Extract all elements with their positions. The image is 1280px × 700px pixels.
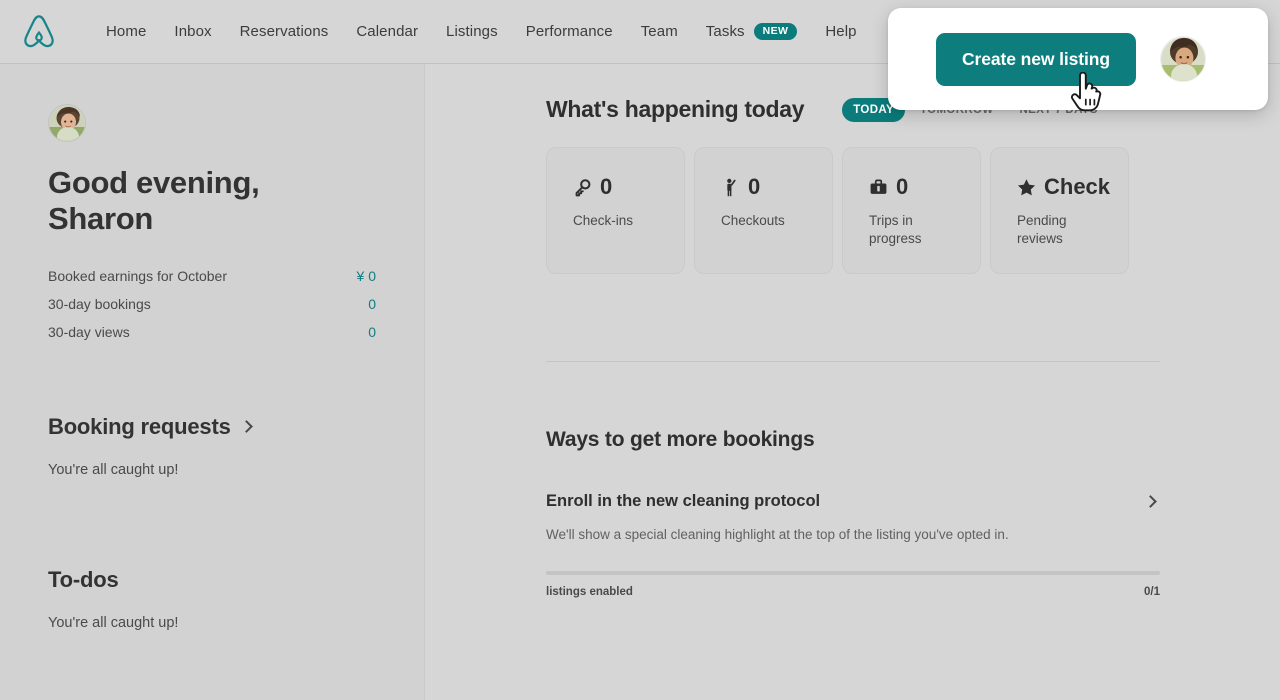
chevron-right-icon[interactable] xyxy=(1144,495,1157,508)
nav-item-tasks[interactable]: Tasks NEW xyxy=(692,17,812,46)
progress-label: listings enabled xyxy=(546,586,633,598)
progress-value: 0/1 xyxy=(1144,586,1160,598)
booking-requests-section: Booking requests You're all caught up! xyxy=(48,414,376,478)
greeting-line-1: Good evening, xyxy=(48,165,260,200)
nav-item-team[interactable]: Team xyxy=(627,17,692,46)
nav-label: Help xyxy=(825,23,857,40)
stat-label: Booked earnings for October xyxy=(48,267,227,284)
stat-row: 30-day bookings 0 xyxy=(48,290,376,318)
nav-label: Reservations xyxy=(239,23,329,40)
cleaning-protocol-promo[interactable]: Enroll in the new cleaning protocol We'l… xyxy=(546,492,1160,598)
card-value: 0 xyxy=(896,174,909,199)
ways-to-get-more-bookings-title: Ways to get more bookings xyxy=(546,428,815,451)
booking-requests-empty-text: You're all caught up! xyxy=(48,461,179,478)
page-body: Good evening, Sharon Booked earnings for… xyxy=(0,64,1280,700)
nav-label: Calendar xyxy=(356,23,419,40)
card-value: Check xyxy=(1044,174,1111,199)
host-stats-list: Booked earnings for October ¥ 0 30-day b… xyxy=(48,262,376,346)
card-header: 0 xyxy=(869,176,958,198)
dashboard-sidebar: Good evening, Sharon Booked earnings for… xyxy=(0,64,425,700)
card-value: 0 xyxy=(600,174,613,199)
progress-bar xyxy=(546,571,1160,575)
dashboard-main: What's happening today TODAY TOMORROW NE… xyxy=(425,64,1280,700)
stat-value: 0 xyxy=(368,323,376,340)
nav-label: Home xyxy=(106,23,147,40)
card-label: Pending reviews xyxy=(1017,213,1067,247)
nav-label: Team xyxy=(640,23,678,40)
card-label: Check-ins xyxy=(573,213,634,228)
nav-label: Tasks xyxy=(705,23,745,40)
todos-title: To-dos xyxy=(48,567,376,593)
nav-item-listings[interactable]: Listings xyxy=(432,17,512,46)
star-icon xyxy=(1017,178,1036,197)
airbnb-logo[interactable] xyxy=(22,14,56,50)
card-header: Check xyxy=(1017,176,1110,198)
section-divider xyxy=(546,361,1160,362)
booking-requests-title: Booking requests xyxy=(48,413,231,439)
stat-value: 0 xyxy=(368,295,376,312)
host-avatar[interactable] xyxy=(48,104,86,142)
stat-row: Booked earnings for October ¥ 0 xyxy=(48,262,376,290)
greeting-heading: Good evening, Sharon xyxy=(48,165,298,238)
airbnb-host-dashboard: Home Inbox Reservations Calendar Listing… xyxy=(0,0,1280,700)
create-listing-popup: Create new listing xyxy=(888,8,1268,110)
nav-item-help[interactable]: Help xyxy=(811,17,870,46)
key-icon xyxy=(573,178,592,197)
card-header: 0 xyxy=(573,176,662,198)
progress-meta: listings enabled 0/1 xyxy=(546,586,1160,598)
nav-links: Home Inbox Reservations Calendar Listing… xyxy=(92,17,871,46)
stat-label: 30-day views xyxy=(48,323,130,340)
chevron-right-icon xyxy=(239,419,253,433)
new-badge: NEW xyxy=(753,23,798,40)
stat-value: ¥ 0 xyxy=(356,267,376,284)
todos-title-label: To-dos xyxy=(48,566,119,592)
card-header: 0 xyxy=(721,176,810,198)
stat-label: 30-day bookings xyxy=(48,295,151,312)
card-trips-in-progress[interactable]: 0 Trips in progress xyxy=(842,147,981,274)
nav-item-reservations[interactable]: Reservations xyxy=(226,17,343,46)
nav-item-performance[interactable]: Performance xyxy=(512,17,627,46)
greeting-line-2: Sharon xyxy=(48,201,153,237)
nav-item-calendar[interactable]: Calendar xyxy=(342,17,432,46)
card-value: 0 xyxy=(748,174,761,199)
todos-section: To-dos You're all caught up! xyxy=(48,567,376,631)
card-label: Trips in progress xyxy=(869,213,922,247)
user-avatar[interactable] xyxy=(1159,36,1206,82)
promo-title: Enroll in the new cleaning protocol xyxy=(546,492,821,510)
nav-label: Inbox xyxy=(174,23,212,40)
promo-description: We'll show a special cleaning highlight … xyxy=(546,527,1009,542)
briefcase-icon xyxy=(869,178,888,197)
nav-label: Listings xyxy=(446,23,498,40)
card-checkouts[interactable]: 0 Checkouts xyxy=(694,147,833,274)
promo-header: Enroll in the new cleaning protocol xyxy=(546,492,1160,511)
todos-empty-text: You're all caught up! xyxy=(48,614,179,631)
nav-item-inbox[interactable]: Inbox xyxy=(160,17,225,46)
create-new-listing-button[interactable]: Create new listing xyxy=(936,32,1136,86)
card-check-ins[interactable]: 0 Check-ins xyxy=(546,147,685,274)
whats-happening-title: What's happening today xyxy=(546,96,805,122)
waving-person-icon xyxy=(721,178,740,197)
today-stat-cards: 0 Check-ins 0 Checkouts 0 Trips in progr… xyxy=(546,147,1180,274)
stat-row: 30-day views 0 xyxy=(48,318,376,346)
card-label: Checkouts xyxy=(721,213,785,228)
nav-item-home[interactable]: Home xyxy=(92,17,160,46)
nav-label: Performance xyxy=(525,23,613,40)
card-pending-reviews[interactable]: Check Pending reviews xyxy=(990,147,1129,274)
booking-requests-link[interactable]: Booking requests xyxy=(48,414,376,440)
